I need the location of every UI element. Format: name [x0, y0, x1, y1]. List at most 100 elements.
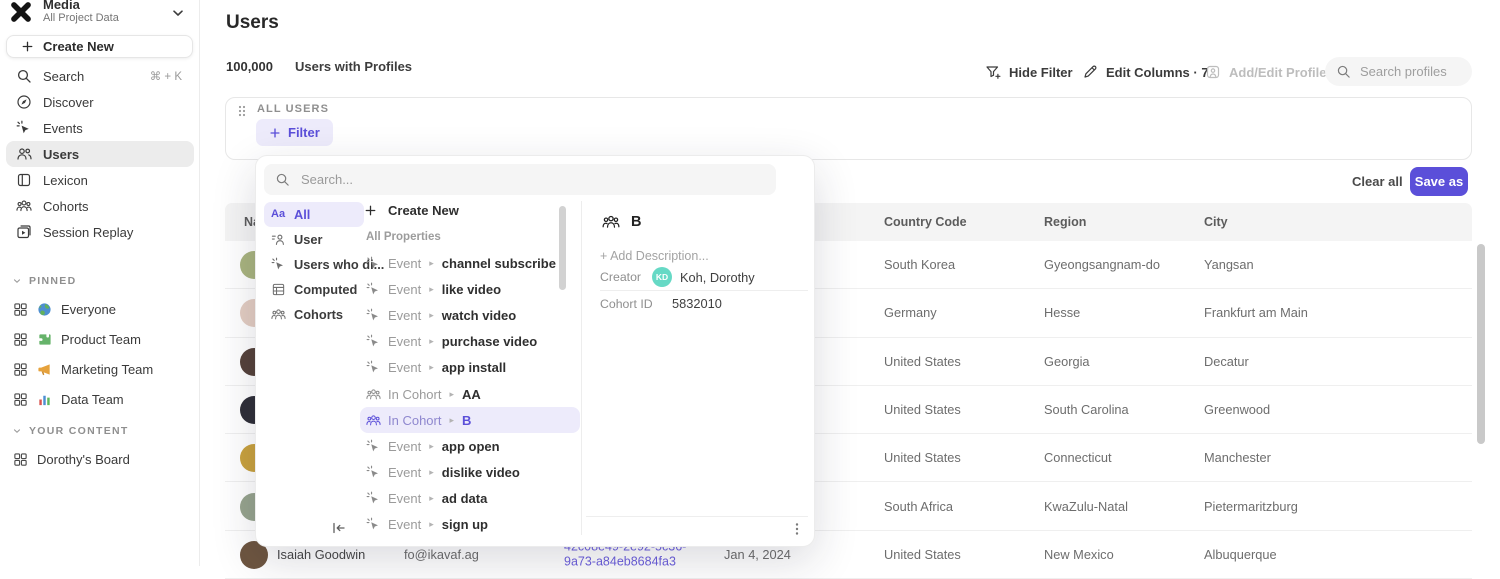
board-grid-icon	[13, 362, 28, 377]
picker-category-computed[interactable]: Computed	[264, 277, 364, 302]
board-item-dorothy-s-board[interactable]: Dorothy's Board	[0, 444, 200, 474]
search-profiles-box	[1325, 57, 1472, 86]
hide-filter-button[interactable]: Hide Filter	[985, 58, 1073, 86]
picker-item-b[interactable]: In Cohort▸B	[360, 407, 580, 433]
divider	[586, 516, 808, 517]
picker-category-user[interactable]: User	[264, 227, 364, 252]
picker-item-watch-video[interactable]: Event▸watch video	[360, 302, 580, 328]
picker-category-all[interactable]: AaAll	[264, 202, 364, 227]
sidebar-item-events[interactable]: Events	[6, 115, 194, 141]
sidebar-item-label: Discover	[43, 95, 94, 110]
filter-group-label: ALL USERS	[257, 103, 329, 115]
picker-item-like-video[interactable]: Event▸like video	[360, 276, 580, 302]
chevron-down-icon	[12, 276, 22, 286]
replay-icon	[16, 224, 32, 240]
picker-search-box	[264, 164, 776, 195]
board-grid-icon	[13, 452, 28, 467]
pencil-icon	[1082, 64, 1098, 80]
globe-icon	[37, 302, 52, 317]
sidebar-item-discover[interactable]: Discover	[6, 89, 194, 115]
arrow-right-icon: ▸	[429, 258, 434, 269]
picker-items: Event▸channel subscribeEvent▸like videoE…	[360, 250, 580, 538]
picker-search-input[interactable]	[299, 171, 729, 188]
cohort-icon	[366, 387, 381, 402]
book-icon	[16, 172, 32, 188]
sidebar-item-session-replay[interactable]: Session Replay	[6, 219, 194, 245]
cell-country: United States	[884, 338, 961, 385]
save-as-button[interactable]: Save as	[1410, 167, 1468, 196]
more-options-icon[interactable]	[789, 521, 805, 537]
arrow-right-icon: ▸	[429, 519, 434, 530]
event-icon	[366, 282, 381, 297]
user-count: 100,000	[226, 59, 273, 74]
user-count-label: Users with Profiles	[295, 59, 412, 74]
arrow-right-icon: ▸	[449, 389, 454, 400]
picker-item-channel-subscribe[interactable]: Event▸channel subscribe	[360, 250, 580, 276]
picker-item-app-open[interactable]: Event▸app open	[360, 433, 580, 459]
column-header-country[interactable]: Country Code	[884, 203, 967, 241]
event-icon	[366, 360, 381, 375]
add-description-button[interactable]: + Add Description...	[600, 249, 709, 263]
event-icon	[366, 491, 381, 506]
computed-icon	[271, 282, 286, 297]
picker-category-cohorts[interactable]: Cohorts	[264, 302, 364, 327]
add-filter-button[interactable]: Filter	[256, 119, 333, 146]
event-icon	[366, 517, 381, 532]
sidebar-nav: Search ⌘ + K Discover EventsUsersLexiconCoh…	[6, 63, 194, 245]
cell-region: New Mexico	[1044, 531, 1114, 578]
shortcut-hint: ⌘ + K	[150, 69, 182, 83]
sidebar-item-search[interactable]: Search ⌘ + K	[6, 63, 194, 89]
edit-columns-button[interactable]: Edit Columns · 7	[1082, 58, 1209, 86]
arrow-right-icon: ▸	[449, 415, 454, 426]
section-header-pinned[interactable]: PINNED	[0, 268, 200, 294]
board-item-product-team[interactable]: Product Team	[0, 324, 200, 354]
picker-item-app-install[interactable]: Event▸app install	[360, 355, 580, 381]
search-profiles-input[interactable]	[1358, 63, 1466, 80]
sidebar-item-cohorts[interactable]: Cohorts	[6, 193, 194, 219]
picker-create-new-button[interactable]: Create New	[364, 203, 459, 218]
filter-card	[225, 97, 1472, 160]
picker-category-label: Cohorts	[294, 307, 343, 322]
collapse-panel-icon[interactable]	[331, 520, 347, 536]
column-header-region[interactable]: Region	[1044, 203, 1086, 241]
plus-icon	[269, 127, 281, 139]
cell-region: Gyeongsangnam-do	[1044, 241, 1160, 288]
chevron-down-icon[interactable]	[170, 5, 186, 21]
picker-item-sign-up[interactable]: Event▸sign up	[360, 512, 580, 538]
cell-city: Albuquerque	[1204, 531, 1277, 578]
picker-item-ad-data[interactable]: Event▸ad data	[360, 486, 580, 512]
sidebar-item-label: Search	[43, 69, 84, 84]
search-icon	[1336, 64, 1351, 79]
create-new-button[interactable]: Create New	[6, 35, 193, 58]
event-icon	[366, 334, 381, 349]
drag-handle-icon[interactable]	[237, 103, 247, 119]
clear-all-button[interactable]: Clear all	[1352, 174, 1403, 189]
picker-item-dislike-video[interactable]: Event▸dislike video	[360, 460, 580, 486]
cell-city: Yangsan	[1204, 241, 1254, 288]
picker-section-label: All Properties	[366, 231, 441, 243]
cohort-icon	[16, 198, 32, 214]
cell-region: Hesse	[1044, 289, 1080, 336]
board-item-data-team[interactable]: Data Team	[0, 384, 200, 414]
sidebar-item-users[interactable]: Users	[6, 141, 194, 167]
picker-scrollbar[interactable]	[559, 206, 566, 290]
section-header-your-content[interactable]: YOUR CONTENT	[0, 418, 200, 444]
picker-item-purchase-video[interactable]: Event▸purchase video	[360, 329, 580, 355]
sidebar: Media All Project Data Create New Search…	[0, 0, 200, 566]
user-count-row: 100,000 Users with Profiles	[226, 59, 412, 74]
cell-country: United States	[884, 434, 961, 481]
picker-category-users-who-di[interactable]: Users who di...	[264, 252, 364, 277]
board-item-everyone[interactable]: Everyone	[0, 294, 200, 324]
event-icon	[366, 439, 381, 454]
table-scrollbar[interactable]	[1477, 244, 1485, 444]
arrow-right-icon: ▸	[429, 441, 434, 452]
create-new-label: Create New	[43, 39, 114, 54]
project-switcher[interactable]: Media All Project Data	[8, 0, 119, 25]
picker-item-aa[interactable]: In Cohort▸AA	[360, 381, 580, 407]
add-edit-profile-button[interactable]: Add/Edit Profile	[1205, 58, 1327, 86]
column-header-city[interactable]: City	[1204, 203, 1228, 241]
cohort-icon	[602, 213, 620, 231]
sidebar-item-lexicon[interactable]: Lexicon	[6, 167, 194, 193]
cell-country: South Korea	[884, 241, 955, 288]
board-item-marketing-team[interactable]: Marketing Team	[0, 354, 200, 384]
